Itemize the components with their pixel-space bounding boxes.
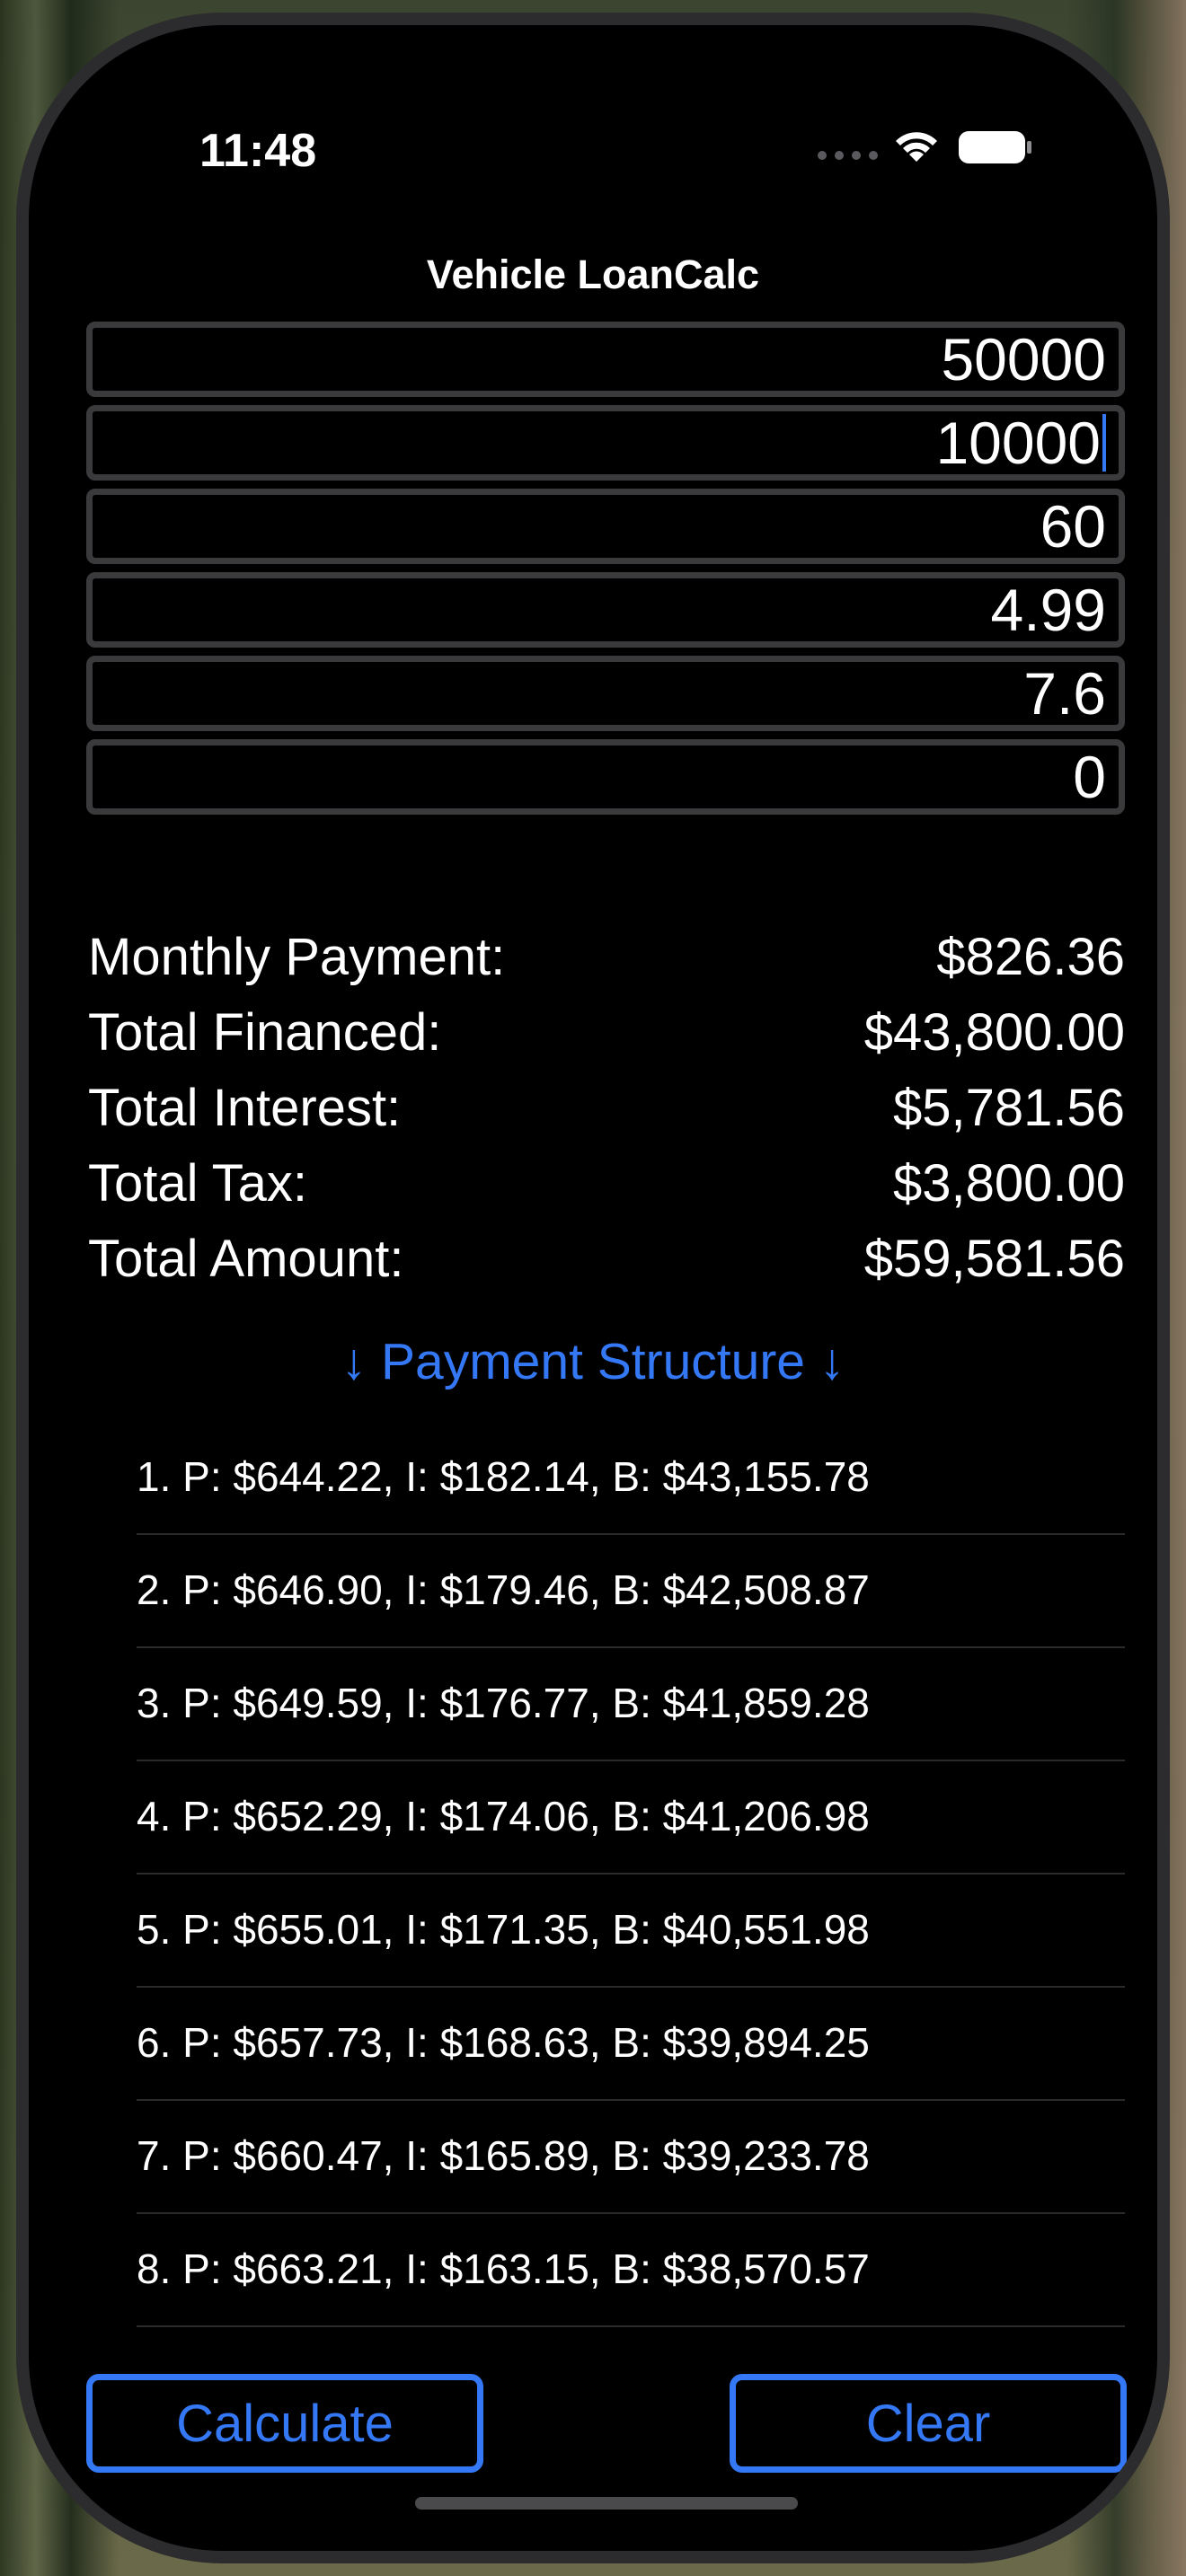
result-value: $826.36 — [936, 927, 1125, 986]
vehicle-price-value: 50000 — [941, 326, 1106, 393]
results-summary: Monthly Payment: $826.36 Total Financed:… — [88, 919, 1125, 1296]
calculate-button[interactable]: Calculate — [86, 2374, 483, 2473]
trade-in-value: 0 — [1073, 744, 1106, 810]
list-item: 2. P: $646.90, I: $179.46, B: $42,508.87 — [137, 1535, 1125, 1648]
vehicle-price-field[interactable]: 50000 — [86, 322, 1125, 397]
result-label: Total Tax: — [88, 1153, 307, 1213]
tax-rate-field[interactable]: 7.6 — [86, 656, 1125, 731]
tax-rate-value: 7.6 — [1023, 660, 1106, 727]
payment-schedule-list[interactable]: 1. P: $644.22, I: $182.14, B: $43,155.78… — [137, 1422, 1125, 2327]
down-payment-value: 10000 — [935, 410, 1101, 476]
payment-structure-toggle[interactable]: ↓ Payment Structure ↓ — [29, 1332, 1157, 1391]
clear-button[interactable]: Clear — [730, 2374, 1127, 2473]
device-frame: 11:48 Vehicle LoanCalc 50000 10000 60 4.… — [16, 13, 1170, 2563]
result-value: $59,581.56 — [863, 1229, 1125, 1288]
result-value: $5,781.56 — [892, 1078, 1125, 1137]
page-title: Vehicle LoanCalc — [426, 251, 760, 297]
result-value: $43,800.00 — [863, 1002, 1125, 1062]
result-value: $3,800.00 — [892, 1153, 1125, 1213]
list-item: 4. P: $652.29, I: $174.06, B: $41,206.98 — [137, 1761, 1125, 1875]
result-label: Total Interest: — [88, 1078, 402, 1137]
home-indicator[interactable] — [415, 2497, 798, 2510]
list-item: 5. P: $655.01, I: $171.35, B: $40,551.98 — [137, 1875, 1125, 1988]
battery-icon — [959, 131, 1031, 163]
interest-rate-value: 4.99 — [990, 577, 1106, 643]
status-bar: 11:48 — [29, 25, 1157, 177]
result-total-amount: Total Amount: $59,581.56 — [88, 1221, 1125, 1296]
app-screen: 11:48 Vehicle LoanCalc 50000 10000 60 4.… — [29, 25, 1157, 2551]
loan-term-value: 60 — [1040, 493, 1106, 560]
text-cursor — [1102, 414, 1106, 472]
list-item: 8. P: $663.21, I: $163.15, B: $38,570.57 — [137, 2214, 1125, 2327]
wifi-icon — [896, 132, 937, 162]
result-total-financed: Total Financed: $43,800.00 — [88, 994, 1125, 1070]
list-item: 7. P: $660.47, I: $165.89, B: $39,233.78 — [137, 2101, 1125, 2214]
result-label: Total Financed: — [88, 1002, 442, 1062]
loan-input-fields: 50000 10000 60 4.99 7.6 0 — [86, 322, 1125, 823]
status-time: 11:48 — [199, 125, 317, 177]
result-total-tax: Total Tax: $3,800.00 — [88, 1145, 1125, 1221]
result-label: Monthly Payment: — [88, 927, 506, 986]
loan-term-field[interactable]: 60 — [86, 489, 1125, 564]
interest-rate-field[interactable]: 4.99 — [86, 572, 1125, 648]
list-item: 6. P: $657.73, I: $168.63, B: $39,894.25 — [137, 1988, 1125, 2101]
result-monthly-payment: Monthly Payment: $826.36 — [88, 919, 1125, 994]
result-label: Total Amount: — [88, 1229, 404, 1288]
down-payment-field[interactable]: 10000 — [86, 405, 1125, 481]
list-item: 1. P: $644.22, I: $182.14, B: $43,155.78 — [137, 1422, 1125, 1535]
list-item: 3. P: $649.59, I: $176.77, B: $41,859.28 — [137, 1648, 1125, 1761]
signal-icon — [818, 151, 878, 160]
result-total-interest: Total Interest: $5,781.56 — [88, 1070, 1125, 1145]
trade-in-field[interactable]: 0 — [86, 739, 1125, 815]
